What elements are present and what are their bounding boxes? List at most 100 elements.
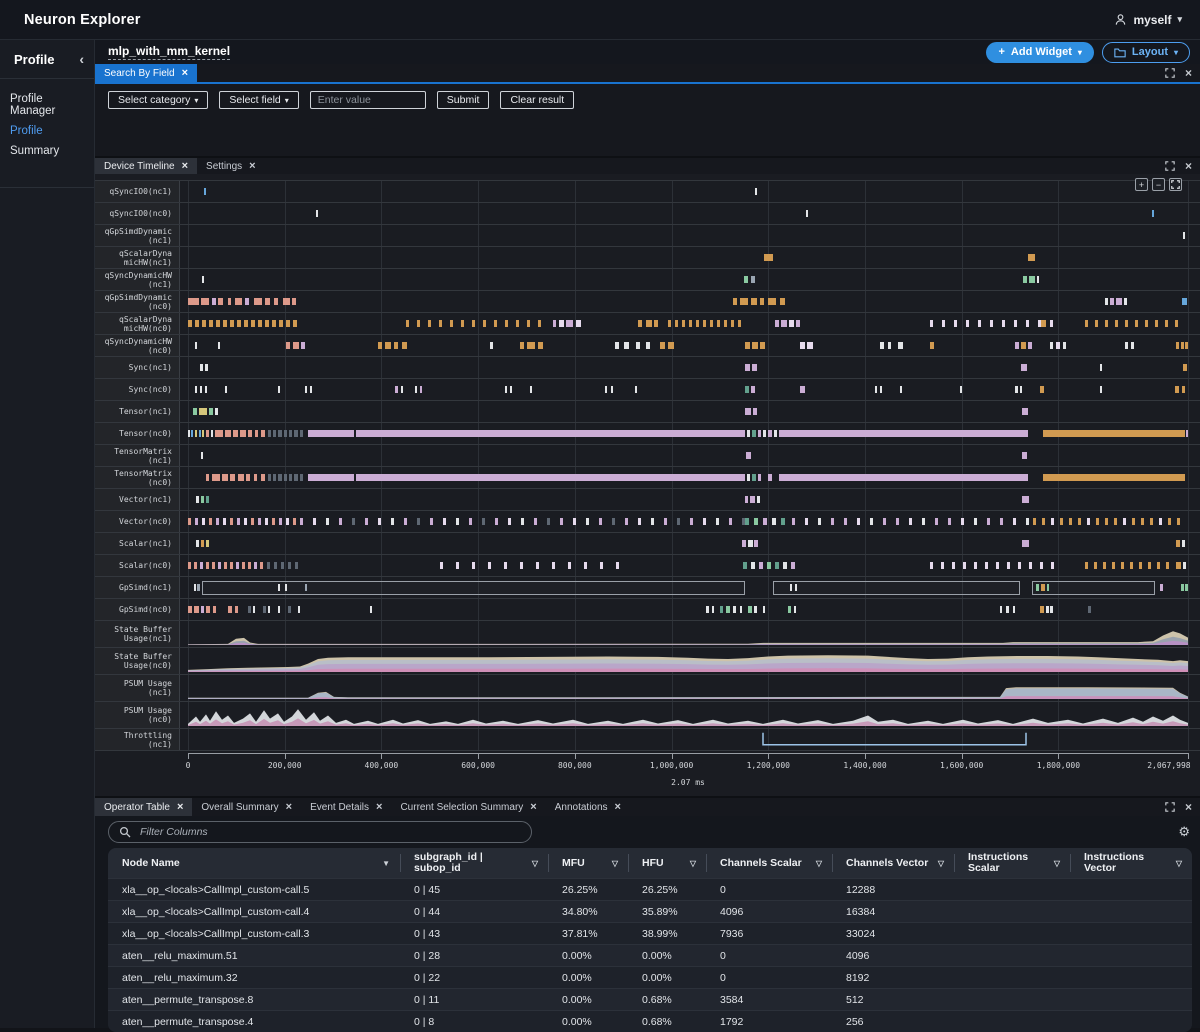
timeline-event[interactable]: [200, 364, 203, 371]
timeline-event[interactable]: [1145, 320, 1148, 327]
timeline-event[interactable]: [935, 518, 938, 525]
timeline-event[interactable]: [215, 430, 223, 437]
timeline-event[interactable]: [768, 430, 772, 437]
timeline-event[interactable]: [228, 606, 232, 613]
timeline-event[interactable]: [1026, 320, 1029, 327]
tab-device-timeline[interactable]: Device Timeline×: [95, 158, 197, 174]
timeline-event[interactable]: [668, 342, 674, 349]
timeline-event[interactable]: [215, 408, 218, 415]
timeline-event[interactable]: [1175, 386, 1179, 393]
timeline-event-group[interactable]: [202, 581, 745, 595]
timeline-event[interactable]: [605, 386, 607, 393]
timeline-event[interactable]: [206, 562, 209, 569]
timeline-event[interactable]: [254, 298, 262, 305]
timeline-event[interactable]: [242, 562, 245, 569]
timeline-event[interactable]: [635, 386, 637, 393]
timeline-event[interactable]: [600, 562, 603, 569]
timeline-event[interactable]: [206, 430, 209, 437]
timeline-event[interactable]: [206, 540, 209, 547]
timeline-event[interactable]: [1166, 562, 1169, 569]
timeline-event[interactable]: [300, 474, 303, 481]
timeline-event[interactable]: [483, 320, 486, 327]
timeline-event[interactable]: [289, 474, 292, 481]
timeline-event[interactable]: [300, 430, 303, 437]
user-menu[interactable]: myself ▾: [1114, 13, 1182, 27]
timeline-event[interactable]: [216, 518, 219, 525]
timeline-event[interactable]: [1029, 276, 1035, 283]
timeline-event[interactable]: [212, 298, 216, 305]
timeline-event[interactable]: [308, 474, 354, 481]
timeline-event[interactable]: [206, 606, 210, 613]
clear-result-button[interactable]: Clear result: [500, 91, 574, 109]
timeline-event[interactable]: [1183, 562, 1186, 569]
table-row[interactable]: aten__relu_maximum.320 | 220.00%0.00%081…: [108, 966, 1192, 988]
timeline-row-track[interactable]: [180, 511, 1200, 532]
timeline-event[interactable]: [272, 320, 276, 327]
timeline-event[interactable]: [1094, 562, 1097, 569]
timeline-event[interactable]: [745, 364, 750, 371]
timeline-row-track[interactable]: [180, 648, 1200, 674]
timeline-event[interactable]: [745, 342, 750, 349]
timeline-event[interactable]: [1026, 518, 1029, 525]
timeline-event[interactable]: [1088, 606, 1091, 613]
timeline-event[interactable]: [268, 430, 271, 437]
expand-icon[interactable]: [1165, 161, 1175, 171]
timeline-event[interactable]: [660, 342, 665, 349]
timeline-event[interactable]: [758, 474, 761, 481]
timeline-event[interactable]: [209, 518, 212, 525]
timeline-event[interactable]: [188, 320, 192, 327]
timeline-event[interactable]: [738, 320, 741, 327]
timeline-event[interactable]: [1056, 342, 1060, 349]
timeline-event[interactable]: [404, 518, 407, 525]
timeline-event[interactable]: [1132, 518, 1135, 525]
timeline-event[interactable]: [1069, 518, 1072, 525]
timeline-event[interactable]: [1043, 430, 1185, 437]
timeline-event[interactable]: [710, 320, 713, 327]
timeline-event[interactable]: [224, 562, 227, 569]
timeline-row-track[interactable]: [180, 599, 1200, 620]
timeline-event[interactable]: [767, 562, 771, 569]
timeline-event[interactable]: [1036, 584, 1039, 591]
timeline-event[interactable]: [194, 584, 196, 591]
timeline-event[interactable]: [646, 342, 650, 349]
zoom-out-button[interactable]: −: [1152, 178, 1165, 191]
close-icon[interactable]: ×: [249, 161, 255, 172]
timeline-event[interactable]: [195, 320, 199, 327]
timeline-event[interactable]: [285, 584, 287, 591]
timeline-event[interactable]: [417, 320, 420, 327]
timeline-event[interactable]: [237, 518, 240, 525]
timeline-row-track[interactable]: [180, 181, 1200, 202]
timeline-event[interactable]: [745, 408, 751, 415]
timeline-event[interactable]: [278, 474, 282, 481]
timeline-event[interactable]: [440, 562, 443, 569]
timeline-event[interactable]: [985, 562, 988, 569]
timeline-event[interactable]: [258, 320, 262, 327]
timeline-event[interactable]: [547, 518, 550, 525]
timeline-row-track[interactable]: [180, 577, 1200, 598]
timeline-row-track[interactable]: [180, 357, 1200, 378]
filter-icon[interactable]: ▽: [532, 858, 538, 869]
timeline-event[interactable]: [616, 562, 619, 569]
timeline-event[interactable]: [194, 562, 197, 569]
timeline-event[interactable]: [391, 518, 394, 525]
timeline-event[interactable]: [1022, 408, 1028, 415]
select-category-button[interactable]: Select category ▾: [108, 91, 208, 109]
timeline-event[interactable]: [265, 518, 268, 525]
timeline-event[interactable]: [378, 342, 382, 349]
timeline-event[interactable]: [248, 606, 251, 613]
timeline-row-track[interactable]: [180, 247, 1200, 268]
timeline-event[interactable]: [536, 562, 539, 569]
timeline-event[interactable]: [941, 562, 944, 569]
timeline-event[interactable]: [740, 298, 748, 305]
tab-event-details[interactable]: Event Details×: [301, 798, 391, 816]
timeline-event[interactable]: [260, 562, 263, 569]
timeline-event[interactable]: [313, 518, 316, 525]
timeline-event[interactable]: [238, 474, 244, 481]
close-icon[interactable]: ×: [1185, 67, 1192, 79]
filter-icon[interactable]: ▽: [1176, 858, 1182, 869]
timeline-event[interactable]: [664, 518, 667, 525]
timeline-event[interactable]: [733, 298, 737, 305]
tab-annotations[interactable]: Annotations×: [546, 798, 630, 816]
timeline-event[interactable]: [251, 518, 254, 525]
timeline-event[interactable]: [942, 320, 945, 327]
